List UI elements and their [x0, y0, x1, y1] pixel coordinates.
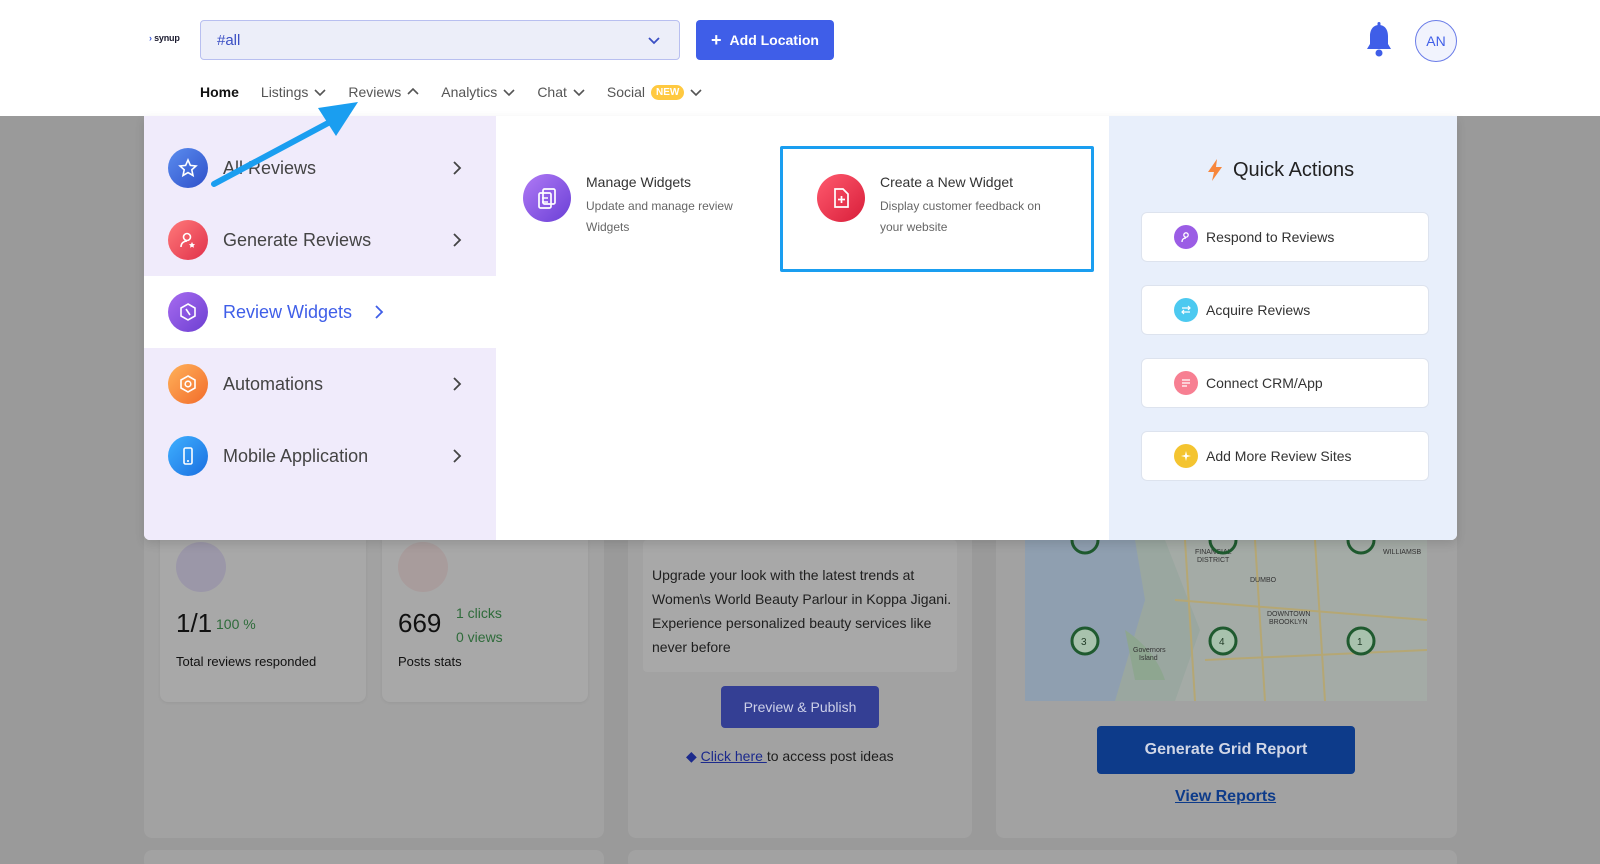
posts-stat-label: Posts stats — [398, 654, 462, 669]
menu-item-label: All Reviews — [223, 157, 317, 178]
chevron-right-icon — [453, 161, 462, 175]
chevron-right-icon — [453, 449, 462, 463]
main-nav: Home Listings Reviews Analytics Chat Soc… — [200, 82, 724, 102]
chevron-right-icon — [375, 305, 384, 319]
nav-analytics[interactable]: Analytics — [441, 84, 515, 100]
nav-listings[interactable]: Listings — [261, 84, 326, 100]
arrows-swap-icon — [1174, 298, 1198, 322]
widget-icon — [168, 292, 208, 332]
menu-item-label: Automations — [223, 373, 324, 394]
star-icon — [168, 148, 208, 188]
lightbulb-icon: ◆ — [686, 748, 697, 764]
manage-widgets-title: Manage Widgets — [586, 174, 692, 190]
chevron-down-icon — [314, 89, 326, 97]
menu-item-review-widgets[interactable]: Review Widgets — [144, 276, 496, 348]
reviews-stat-percent: 100 % — [216, 616, 256, 632]
menu-item-label: Mobile Application — [223, 445, 369, 466]
posts-stat-value: 669 — [398, 608, 442, 638]
menu-item-label: Generate Reviews — [223, 229, 372, 250]
respond-to-reviews-button[interactable]: Respond to Reviews — [1141, 212, 1429, 262]
annotation-highlight-box — [780, 146, 1094, 272]
chevron-right-icon — [453, 233, 462, 247]
location-select-value: #all — [217, 32, 241, 49]
user-avatar[interactable]: AN — [1415, 20, 1457, 62]
add-location-button[interactable]: + Add Location — [696, 20, 834, 60]
quick-actions-panel: Quick Actions Respond to Reviews Acquire… — [1109, 116, 1457, 540]
preview-publish-button[interactable]: Preview & Publish — [721, 686, 879, 728]
manage-widgets-option[interactable]: Manage Widgets Update and manage review … — [523, 174, 753, 238]
click-here-link[interactable]: Click here — [701, 748, 767, 764]
chat-bubble-icon — [176, 542, 226, 592]
post-ideas-line: ◆ Click here to access post ideas — [686, 748, 894, 764]
sparkle-icon — [1174, 444, 1198, 468]
trend-icon — [398, 542, 448, 592]
synup-logo[interactable]: › synup — [149, 33, 180, 43]
nav-social[interactable]: Social NEW — [607, 84, 702, 100]
svg-text:1: 1 — [1357, 637, 1363, 648]
view-reports-link[interactable]: View Reports — [1175, 788, 1276, 806]
acquire-reviews-button[interactable]: Acquire Reviews — [1141, 285, 1429, 335]
bell-icon[interactable] — [1364, 22, 1394, 63]
mobile-icon — [168, 436, 208, 476]
bottom-card-left — [144, 850, 604, 864]
chevron-right-icon — [453, 377, 462, 391]
chevron-up-icon — [407, 87, 419, 95]
post-text: Upgrade your look with the latest trends… — [652, 567, 952, 655]
nav-chat[interactable]: Chat — [537, 84, 585, 100]
chevron-down-icon — [503, 89, 515, 97]
connect-crm-button[interactable]: Connect CRM/App — [1141, 358, 1429, 408]
location-select[interactable]: #all — [200, 20, 680, 60]
map-label-district: DISTRICT — [1197, 557, 1230, 564]
chevron-down-icon — [690, 89, 702, 97]
hexagon-gear-icon — [168, 364, 208, 404]
map-label-williamsb: WILLIAMSB — [1383, 549, 1421, 556]
quick-actions-title: Quick Actions — [1205, 158, 1354, 182]
new-badge: NEW — [651, 84, 685, 100]
menu-item-automations[interactable]: Automations — [144, 348, 496, 420]
user-respond-icon — [1174, 225, 1198, 249]
posts-stat-clicks: 1 clicks — [456, 605, 502, 621]
menu-item-all-reviews[interactable]: All Reviews — [144, 132, 496, 204]
map-label-dumbo: DUMBO — [1250, 577, 1277, 584]
lightning-icon — [1208, 159, 1222, 181]
bottom-card-right — [628, 850, 1457, 864]
map-label-governors: Governors — [1133, 647, 1166, 654]
chevron-down-icon — [647, 33, 661, 52]
generate-grid-report-button[interactable]: Generate Grid Report — [1097, 726, 1355, 774]
menu-item-mobile-application[interactable]: Mobile Application — [144, 420, 496, 492]
svg-text:4: 4 — [1219, 637, 1225, 648]
add-review-sites-button[interactable]: Add More Review Sites — [1141, 431, 1429, 481]
svg-text:3: 3 — [1081, 637, 1087, 648]
copy-docs-icon — [523, 174, 571, 222]
menu-item-label: Review Widgets — [223, 301, 353, 322]
map-label-island: Island — [1139, 655, 1158, 662]
user-star-icon — [168, 220, 208, 260]
reviews-stat-label: Total reviews responded — [176, 654, 317, 669]
map-label-brooklyn: BROOKLYN — [1269, 619, 1307, 626]
nav-reviews[interactable]: Reviews — [348, 84, 419, 100]
list-icon — [1174, 371, 1198, 395]
reviews-menu-sidebar: All Reviews Generate Reviews Review Widg… — [144, 116, 496, 540]
top-header: › synup #all + Add Location AN Home List… — [0, 0, 1600, 116]
map-label-downtown: DOWNTOWN — [1267, 611, 1310, 618]
menu-item-generate-reviews[interactable]: Generate Reviews — [144, 204, 496, 276]
reviews-stat-value: 1/1 — [176, 608, 213, 638]
plus-icon: + — [711, 30, 722, 50]
chevron-down-icon — [573, 89, 585, 97]
grid-map[interactable]: FINANCIAL DISTRICT DUMBO WILLIAMSB DOWNT… — [1025, 540, 1427, 701]
manage-widgets-desc: Update and manage review Widgets — [586, 199, 733, 234]
nav-home[interactable]: Home — [200, 84, 239, 100]
posts-stat-views: 0 views — [456, 629, 503, 645]
